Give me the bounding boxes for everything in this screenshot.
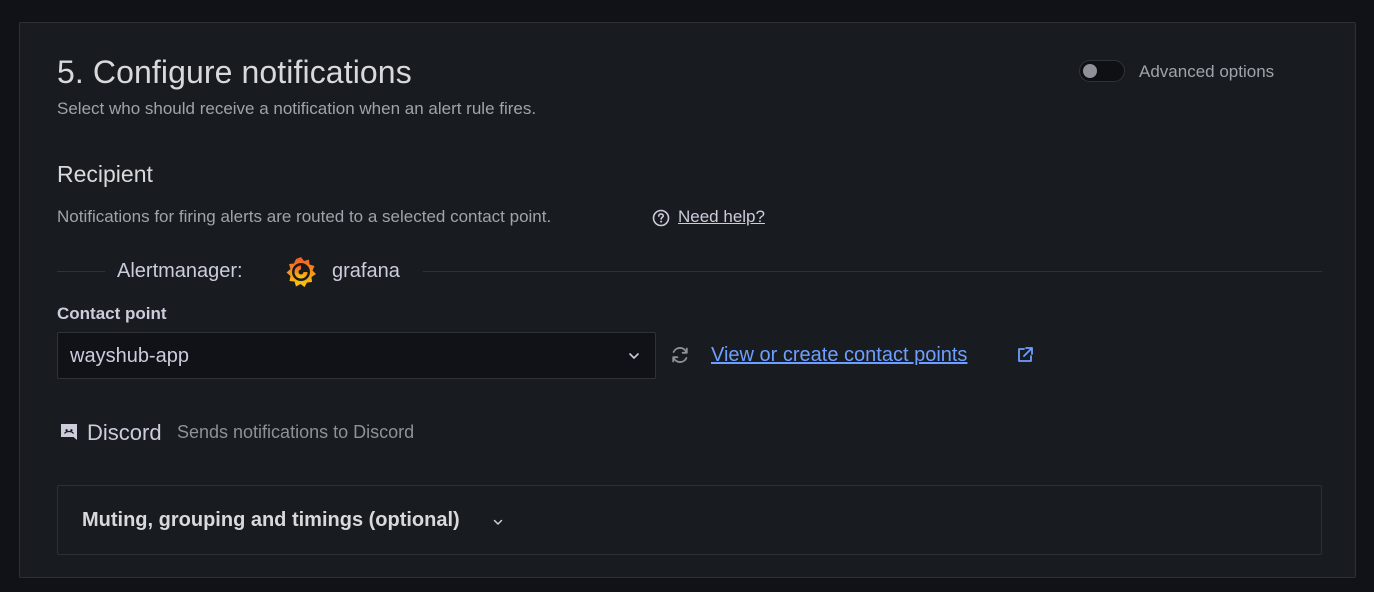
contact-point-select[interactable]: wayshub-app bbox=[57, 332, 656, 379]
notifications-section: 5. Configure notifications Select who sh… bbox=[19, 22, 1356, 578]
refresh-icon[interactable] bbox=[669, 344, 691, 366]
integration-description: Sends notifications to Discord bbox=[177, 422, 415, 442]
view-contact-points-link[interactable]: View or create contact points bbox=[711, 344, 967, 367]
alertmanager-value: grafana bbox=[332, 260, 400, 282]
recipient-heading: Recipient bbox=[57, 161, 153, 187]
section-title: 5. Configure notifications bbox=[57, 54, 412, 90]
chevron-down-icon bbox=[493, 519, 503, 525]
contact-point-value: wayshub-app bbox=[70, 345, 189, 367]
contact-point-label: Contact point bbox=[57, 304, 167, 323]
external-link-icon[interactable] bbox=[1015, 345, 1035, 365]
toggle-knob bbox=[1083, 64, 1097, 78]
advanced-options-toggle[interactable] bbox=[1079, 60, 1125, 82]
grafana-logo-icon bbox=[286, 257, 316, 287]
integration-name: Discord bbox=[87, 420, 162, 445]
collapse-label: Muting, grouping and timings (optional) bbox=[82, 509, 460, 531]
section-subtitle: Select who should receive a notification… bbox=[57, 99, 537, 118]
muting-grouping-collapse[interactable]: Muting, grouping and timings (optional) bbox=[57, 485, 1322, 555]
divider bbox=[57, 271, 105, 272]
advanced-options-label[interactable]: Advanced options bbox=[1139, 62, 1274, 82]
question-circle-icon bbox=[652, 209, 670, 227]
discord-icon bbox=[61, 424, 77, 440]
recipient-description: Notifications for firing alerts are rout… bbox=[57, 207, 552, 226]
chevron-down-icon bbox=[629, 353, 639, 359]
alertmanager-label: Alertmanager: bbox=[117, 260, 243, 282]
need-help-link[interactable]: Need help? bbox=[678, 207, 765, 227]
divider bbox=[423, 271, 1322, 272]
